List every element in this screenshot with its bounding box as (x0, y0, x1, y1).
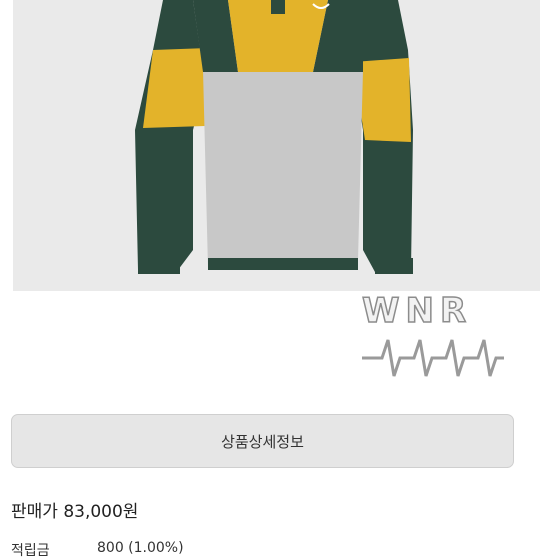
points-label: 적립금 (11, 543, 50, 559)
watermark-brand: WNR (362, 291, 472, 331)
heartbeat-line-icon (362, 339, 504, 377)
right-cuff (375, 258, 413, 274)
points-value: 800 (1.00%) (97, 540, 184, 556)
placket (271, 0, 285, 14)
product-image (13, 0, 540, 291)
price-label: 판매가 (11, 502, 58, 522)
waistband (208, 258, 358, 270)
price-row: 판매가 83,000원 (11, 497, 138, 522)
wnr-watermark: WNR (352, 290, 512, 390)
price-value: 83,000원 (63, 502, 139, 522)
left-sleeve-stripe (143, 48, 208, 128)
product-detail-label: 상품상세정보 (221, 432, 304, 451)
points-row: 적립금 800 (1.00%) (11, 540, 184, 560)
left-cuff (138, 258, 180, 274)
rugby-shirt-illustration (13, 0, 540, 291)
product-detail-button[interactable]: 상품상세정보 (11, 414, 514, 468)
